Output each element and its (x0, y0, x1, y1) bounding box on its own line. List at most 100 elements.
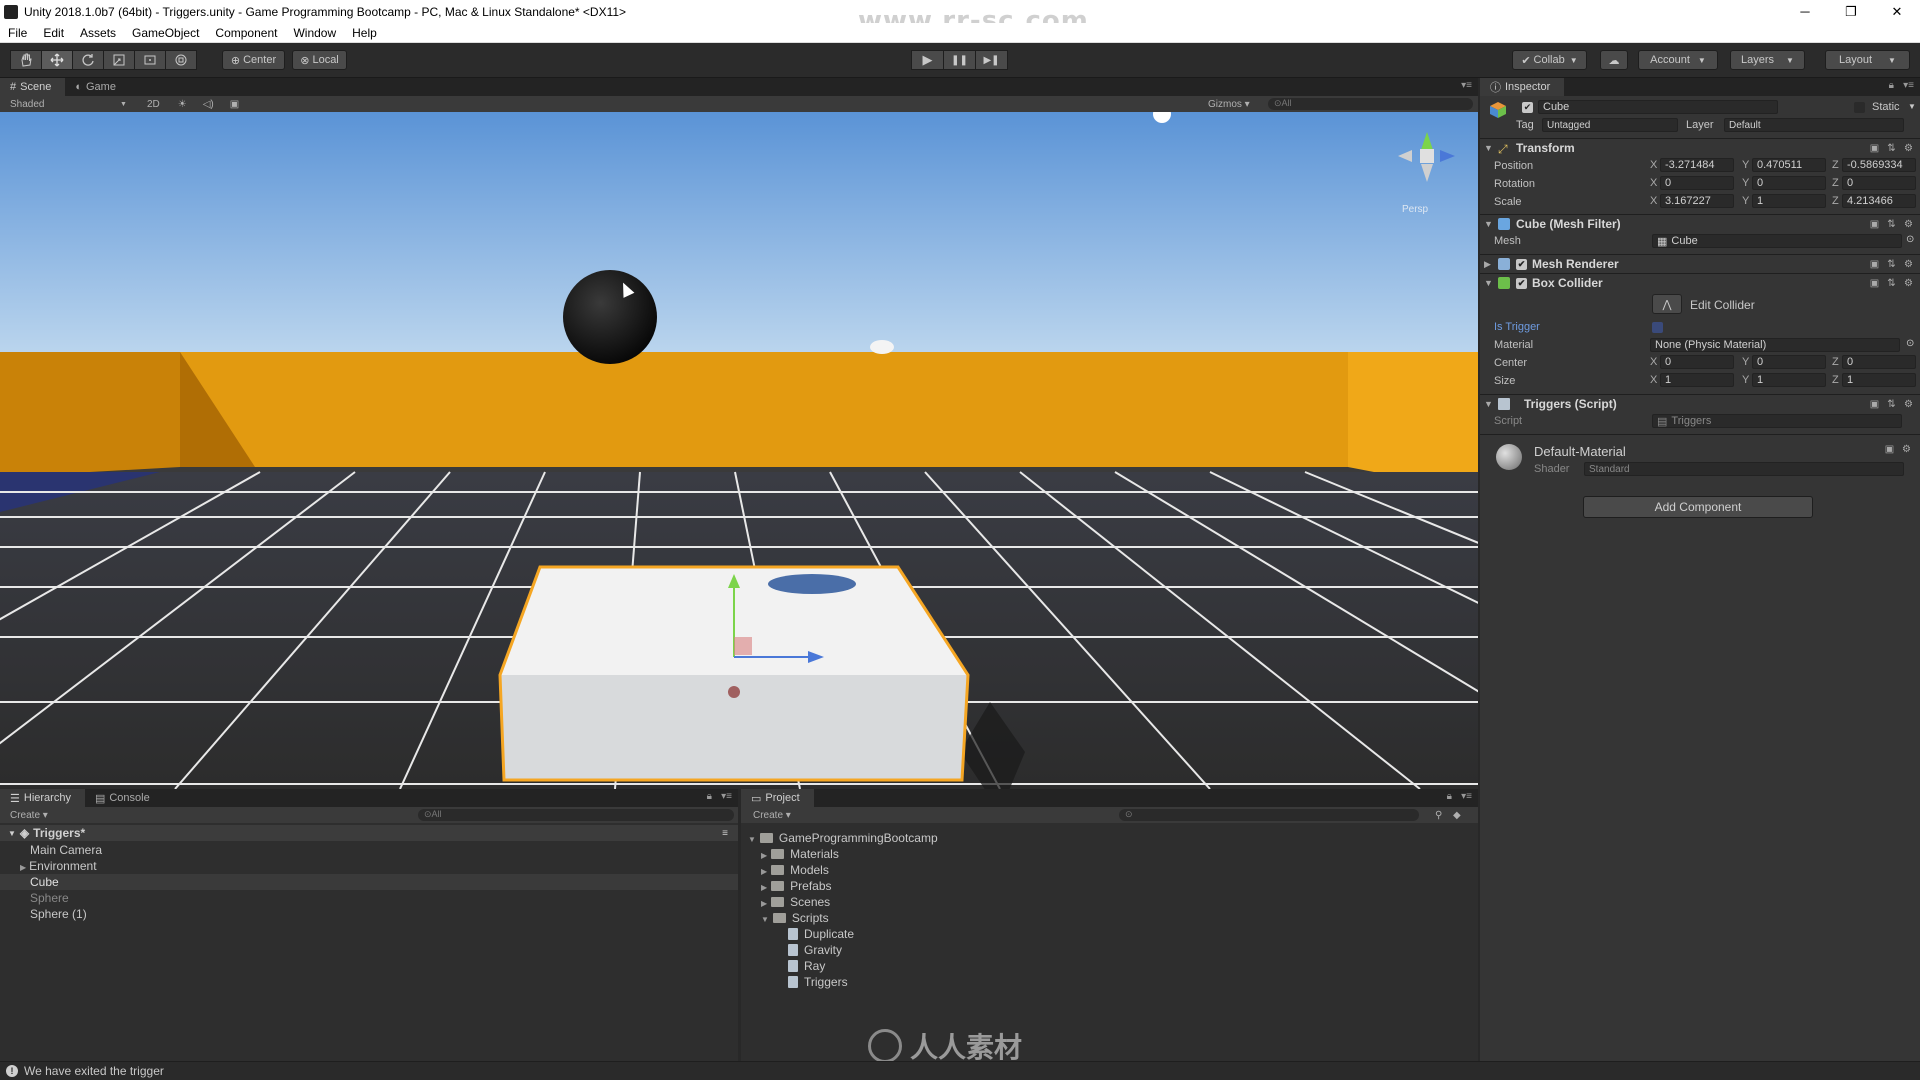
object-picker-icon[interactable]: ⊙ (1906, 234, 1914, 245)
position-y-field[interactable]: 0.470511 (1752, 158, 1826, 172)
box-collider-header[interactable]: ▼ ✔ Box Collider ▣ ⇅ ⚙ (1480, 273, 1920, 292)
mode-2d-toggle[interactable]: 2D (147, 99, 160, 110)
gear-icon[interactable]: ⚙ (1903, 259, 1914, 270)
lock-icon[interactable]: 🔒︎ (707, 791, 712, 802)
mesh-renderer-checkbox[interactable]: ✔ (1516, 258, 1527, 270)
center-y-field[interactable]: 0 (1752, 355, 1826, 369)
panel-menu-icon[interactable]: ▾≡ (1903, 80, 1914, 91)
scale-x-field[interactable]: 3.167227 (1660, 194, 1734, 208)
scene-viewport[interactable]: Persp (0, 112, 1478, 789)
mesh-filter-header[interactable]: ▼ Cube (Mesh Filter) ▣ ⇅ ⚙ (1480, 214, 1920, 233)
effects-toggle-icon[interactable]: ▣ (230, 99, 239, 110)
status-bar[interactable]: ! We have exited the trigger (0, 1061, 1920, 1080)
menu-component[interactable]: Component (207, 26, 285, 40)
physic-material-field[interactable]: None (Physic Material) (1650, 338, 1900, 352)
panel-menu-icon[interactable]: ▾≡ (1461, 791, 1472, 802)
position-z-field[interactable]: -0.5869334 (1842, 158, 1916, 172)
position-x-field[interactable]: -3.271484 (1660, 158, 1734, 172)
maximize-button[interactable]: ❐ (1828, 0, 1874, 23)
static-checkbox[interactable] (1854, 102, 1865, 113)
hierarchy-search-input[interactable]: ⊙All (418, 809, 734, 821)
project-folder-scripts[interactable]: ▼ Scripts (761, 911, 829, 925)
menu-edit[interactable]: Edit (35, 26, 72, 40)
help-icon[interactable]: ▣ (1884, 444, 1895, 455)
scale-z-field[interactable]: 4.213466 (1842, 194, 1916, 208)
hierarchy-item-cube-selected[interactable] (0, 874, 738, 890)
lock-icon[interactable]: 🔒︎ (1889, 80, 1894, 91)
chevron-down-icon[interactable]: ▼ (1908, 102, 1916, 111)
active-checkbox[interactable]: ✔ (1522, 102, 1533, 113)
menu-file[interactable]: File (0, 26, 35, 40)
help-icon[interactable]: ▣ (1869, 259, 1880, 270)
collab-button[interactable]: ✔ Collab ▼ (1512, 50, 1587, 70)
menu-assets[interactable]: Assets (72, 26, 124, 40)
account-dropdown[interactable]: Account ▼ (1638, 50, 1718, 70)
preset-icon[interactable]: ⇅ (1886, 399, 1897, 410)
rect-tool-button[interactable] (134, 50, 166, 70)
help-icon[interactable]: ▣ (1869, 399, 1880, 410)
hierarchy-item-cube[interactable]: Cube (30, 875, 59, 889)
mesh-renderer-header[interactable]: ▶ ✔ Mesh Renderer ▣ ⇅ ⚙ (1480, 254, 1920, 273)
layer-dropdown[interactable]: Default (1724, 118, 1904, 132)
scale-y-field[interactable]: 1 (1752, 194, 1826, 208)
gizmos-dropdown[interactable]: Gizmos ▾ (1208, 99, 1250, 110)
project-script-ray[interactable]: Ray (788, 959, 825, 973)
scene-menu-icon[interactable]: ≡ (722, 828, 728, 839)
rotate-tool-button[interactable] (72, 50, 104, 70)
audio-toggle-icon[interactable]: ◁) (203, 99, 214, 110)
menu-gameobject[interactable]: GameObject (124, 26, 207, 40)
object-picker-icon[interactable]: ⊙ (1906, 338, 1914, 349)
tag-dropdown[interactable]: Untagged (1542, 118, 1678, 132)
size-x-field[interactable]: 1 (1660, 373, 1734, 387)
add-component-button[interactable]: Add Component (1583, 496, 1813, 518)
hierarchy-create-button[interactable]: Create ▾ (10, 810, 48, 821)
rotation-z-field[interactable]: 0 (1842, 176, 1916, 190)
project-create-button[interactable]: Create ▾ (753, 810, 791, 821)
project-folder-scenes[interactable]: ▶ Scenes (761, 895, 830, 909)
object-name-input[interactable]: Cube (1538, 100, 1778, 114)
preset-icon[interactable]: ⇅ (1886, 143, 1897, 154)
menu-help[interactable]: Help (344, 26, 385, 40)
close-button[interactable]: ✕ (1874, 0, 1920, 23)
project-folder-materials[interactable]: ▶ Materials (761, 847, 839, 861)
tab-console[interactable]: ▤ Console (85, 789, 164, 807)
hierarchy-item-sphere[interactable]: Sphere (30, 891, 69, 905)
project-script-duplicate[interactable]: Duplicate (788, 927, 854, 941)
size-z-field[interactable]: 1 (1842, 373, 1916, 387)
filter-by-label-icon[interactable]: ◆ (1453, 810, 1461, 821)
hierarchy-item-main-camera[interactable]: Main Camera (30, 843, 102, 857)
help-icon[interactable]: ▣ (1869, 278, 1880, 289)
triggers-script-header[interactable]: ▼ Triggers (Script) ▣ ⇅ ⚙ (1480, 394, 1920, 413)
lighting-toggle-icon[interactable]: ☀ (178, 99, 187, 110)
project-root-folder[interactable]: ▼ GameProgrammingBootcamp (748, 831, 938, 845)
hierarchy-item-sphere-1[interactable]: Sphere (1) (30, 907, 87, 921)
project-folder-prefabs[interactable]: ▶ Prefabs (761, 879, 832, 893)
hierarchy-item-environment[interactable]: ▶ Environment (20, 859, 97, 873)
hierarchy-scene-row[interactable]: ▼ ◈ Triggers* ≡ (0, 825, 738, 841)
play-button[interactable]: ▶ (911, 50, 944, 70)
pivot-center-button[interactable]: ⊕ Center (222, 50, 285, 70)
step-button[interactable]: ▶❚ (975, 50, 1008, 70)
panel-menu-icon[interactable]: ▾≡ (1461, 80, 1472, 91)
tab-hierarchy[interactable]: ☰ Hierarchy (0, 789, 85, 807)
center-z-field[interactable]: 0 (1842, 355, 1916, 369)
persp-label[interactable]: Persp (1402, 204, 1428, 215)
rotation-y-field[interactable]: 0 (1752, 176, 1826, 190)
gear-icon[interactable]: ⚙ (1903, 143, 1914, 154)
box-collider-checkbox[interactable]: ✔ (1516, 277, 1527, 289)
help-icon[interactable]: ▣ (1869, 143, 1880, 154)
size-y-field[interactable]: 1 (1752, 373, 1826, 387)
hand-tool-button[interactable] (10, 50, 42, 70)
shader-dropdown[interactable]: Standard (1584, 462, 1904, 476)
tab-scene[interactable]: # Scene (0, 78, 66, 96)
preset-icon[interactable]: ⇅ (1886, 259, 1897, 270)
project-folder-models[interactable]: ▶ Models (761, 863, 829, 877)
gear-icon[interactable]: ⚙ (1903, 219, 1914, 230)
rotation-x-field[interactable]: 0 (1660, 176, 1734, 190)
layout-dropdown[interactable]: Layout ▼ (1825, 50, 1910, 70)
pivot-local-button[interactable]: ⊗ Local (292, 50, 347, 70)
shading-dropdown[interactable]: Shaded (10, 99, 120, 110)
edit-collider-button[interactable]: ⋀ (1652, 294, 1682, 314)
preset-icon[interactable]: ⇅ (1886, 219, 1897, 230)
cloud-button[interactable]: ☁ (1600, 50, 1628, 70)
